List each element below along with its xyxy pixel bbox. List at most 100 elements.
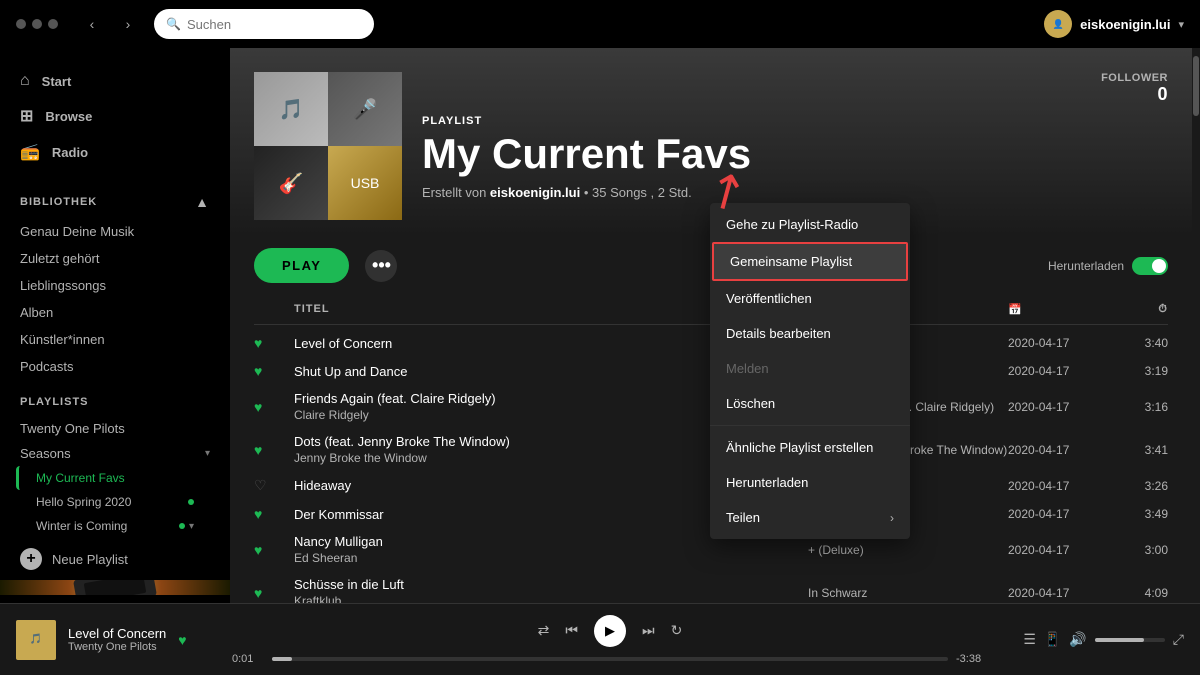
chevron-down-icon[interactable]: ▾ (1178, 18, 1184, 31)
sidebar-nav: ⌂ Start ⊞ Browse 📻 Radio (0, 48, 230, 178)
sidebar-item-my-current-favs[interactable]: My Current Favs (16, 466, 214, 490)
volume-icon[interactable]: 🔊 (1069, 631, 1086, 648)
search-bar[interactable]: 🔍 (154, 9, 374, 39)
player-heart-icon[interactable]: ♥ (178, 632, 186, 648)
track-duration: 3:26 (1108, 479, 1168, 493)
volume-bar[interactable] (1095, 638, 1165, 642)
heart-icon[interactable]: ♥ (254, 335, 294, 351)
sidebar-item-seasons[interactable]: Seasons ▾ (8, 441, 222, 466)
heart-icon[interactable]: ♥ (254, 442, 294, 458)
sidebar-item-hello-spring[interactable]: Hello Spring 2020 (16, 490, 214, 514)
track-name: Der Kommissar (294, 507, 384, 522)
progress-bar-container: 0:01 -3:38 (232, 653, 988, 665)
track-name-wrap: Nancy Mulligan Ed Sheeran (294, 534, 608, 565)
green-dot-icon (179, 523, 185, 529)
sidebar-item-twenty-one-pilots[interactable]: Twenty One Pilots (8, 416, 222, 441)
context-menu-veroeffentlichen[interactable]: Veröffentlichen (710, 281, 910, 316)
user-name-label[interactable]: eiskoenigin.lui (1080, 17, 1170, 32)
forward-button[interactable]: › (114, 10, 142, 38)
library-collapse-icon[interactable]: ▲ (195, 194, 210, 210)
playlists-header-label: PLAYLISTS (20, 396, 89, 408)
window-min-dot[interactable] (32, 19, 42, 29)
track-duration: 3:40 (1108, 336, 1168, 350)
heart-icon[interactable]: ♡ (254, 477, 294, 494)
queue-button[interactable]: ☰ (1023, 631, 1036, 648)
player-controls: ⇄ ⏮ ▶ ⏭ ↻ 0:01 -3:38 (232, 615, 988, 665)
context-menu-playlist-radio[interactable]: Gehe zu Playlist-Radio (710, 207, 910, 242)
current-time: 0:01 (232, 653, 264, 665)
devices-button[interactable]: 📱 (1044, 631, 1061, 648)
context-menu-herunterladen[interactable]: Herunterladen (710, 465, 910, 500)
progress-fill (272, 657, 292, 661)
col-date-header: 📅 (1008, 303, 1108, 316)
playlists-section-header: PLAYLISTS (0, 380, 230, 416)
player-track-info: 🎵 Level of Concern Twenty One Pilots ♥ (16, 620, 216, 660)
heart-icon[interactable]: ♥ (254, 506, 294, 522)
play-button[interactable]: PLAY (254, 248, 349, 283)
sidebar-item-recently-played[interactable]: Zuletzt gehört (8, 245, 222, 272)
track-name-wrap: Shut Up and Dance (294, 364, 608, 379)
heart-icon[interactable]: ♥ (254, 542, 294, 558)
track-name-wrap: Dots (feat. Jenny Broke The Window) Jenn… (294, 434, 608, 465)
scroll-thumb[interactable] (1193, 56, 1199, 116)
ellipsis-icon: ••• (372, 255, 391, 276)
browse-icon: ⊞ (20, 106, 33, 126)
fullscreen-button[interactable]: ⤢ (1173, 631, 1184, 648)
context-menu-gemeinsame-playlist[interactable]: Gemeinsame Playlist (712, 242, 908, 281)
repeat-button[interactable]: ↻ (671, 622, 683, 639)
previous-button[interactable]: ⏮ (565, 622, 578, 639)
track-date: 2020-04-17 (1008, 586, 1108, 600)
heart-icon[interactable]: ♥ (254, 363, 294, 379)
download-toggle-switch[interactable] (1132, 257, 1168, 275)
sidebar-item-winter-is-coming[interactable]: Winter is Coming ▾ (16, 514, 214, 538)
search-input[interactable] (187, 17, 362, 32)
track-name: Shut Up and Dance (294, 364, 407, 379)
more-options-button[interactable]: ••• (365, 250, 397, 282)
window-controls (16, 19, 58, 29)
window-max-dot[interactable] (48, 19, 58, 29)
context-menu-separator (710, 425, 910, 426)
track-duration: 3:19 (1108, 364, 1168, 378)
context-menu-similar[interactable]: Ähnliche Playlist erstellen (710, 430, 910, 465)
sidebar-item-radio[interactable]: 📻 Radio (8, 134, 222, 170)
heart-icon[interactable]: ♥ (254, 585, 294, 601)
playlist-type-label: PLAYLIST (422, 115, 1168, 127)
track-artist: Claire Ridgely (294, 408, 608, 422)
track-duration: 4:09 (1108, 586, 1168, 600)
followers-label: FOLLOWER (1101, 72, 1168, 84)
track-name-wrap: Der Kommissar (294, 507, 608, 522)
context-menu-teilen[interactable]: Teilen › (710, 500, 910, 535)
track-name: Friends Again (feat. Claire Ridgely) (294, 391, 496, 406)
table-row[interactable]: ♥ Schüsse in die Luft Kraftklub In Schwa… (254, 571, 1168, 603)
track-date: 2020-04-17 (1008, 364, 1108, 378)
sidebar-item-podcasts[interactable]: Podcasts (8, 353, 222, 380)
sidebar-album-art (0, 580, 230, 595)
sidebar-item-browse[interactable]: ⊞ Browse (8, 98, 222, 134)
sidebar-item-my-music[interactable]: Genau Deine Musik (8, 218, 222, 245)
creator-link[interactable]: eiskoenigin.lui (490, 185, 580, 200)
context-menu-details[interactable]: Details bearbeiten (710, 316, 910, 351)
right-scrollbar[interactable] (1192, 48, 1200, 603)
window-close-dot[interactable] (16, 19, 26, 29)
sidebar-item-albums[interactable]: Alben (8, 299, 222, 326)
heart-icon[interactable]: ♥ (254, 399, 294, 415)
volume-fill (1095, 638, 1144, 642)
sidebar-item-label: Browse (45, 109, 92, 124)
shuffle-button[interactable]: ⇄ (538, 622, 550, 639)
sidebar-item-liked-songs[interactable]: Lieblingssongs (8, 272, 222, 299)
sidebar-item-artists[interactable]: Künstler*innen (8, 326, 222, 353)
search-icon: 🔍 (166, 17, 181, 31)
back-button[interactable]: ‹ (78, 10, 106, 38)
play-pause-button[interactable]: ▶ (594, 615, 626, 647)
sidebar-item-start[interactable]: ⌂ Start (8, 64, 222, 98)
avatar[interactable]: 👤 (1044, 10, 1072, 38)
player-right-controls: ☰ 📱 🔊 ⤢ (1004, 631, 1184, 648)
next-button[interactable]: ⏭ (642, 622, 655, 639)
add-playlist-button[interactable]: + Neue Playlist (0, 538, 230, 580)
progress-bar[interactable] (272, 657, 948, 661)
context-menu-loeschen[interactable]: Löschen (710, 386, 910, 421)
library-section-header: BIBLIOTHEK ▲ (0, 178, 230, 218)
expand-chevron-icon[interactable]: ▾ (189, 521, 194, 532)
player-buttons: ⇄ ⏮ ▶ ⏭ ↻ (538, 615, 683, 647)
track-date: 2020-04-17 (1008, 443, 1108, 457)
